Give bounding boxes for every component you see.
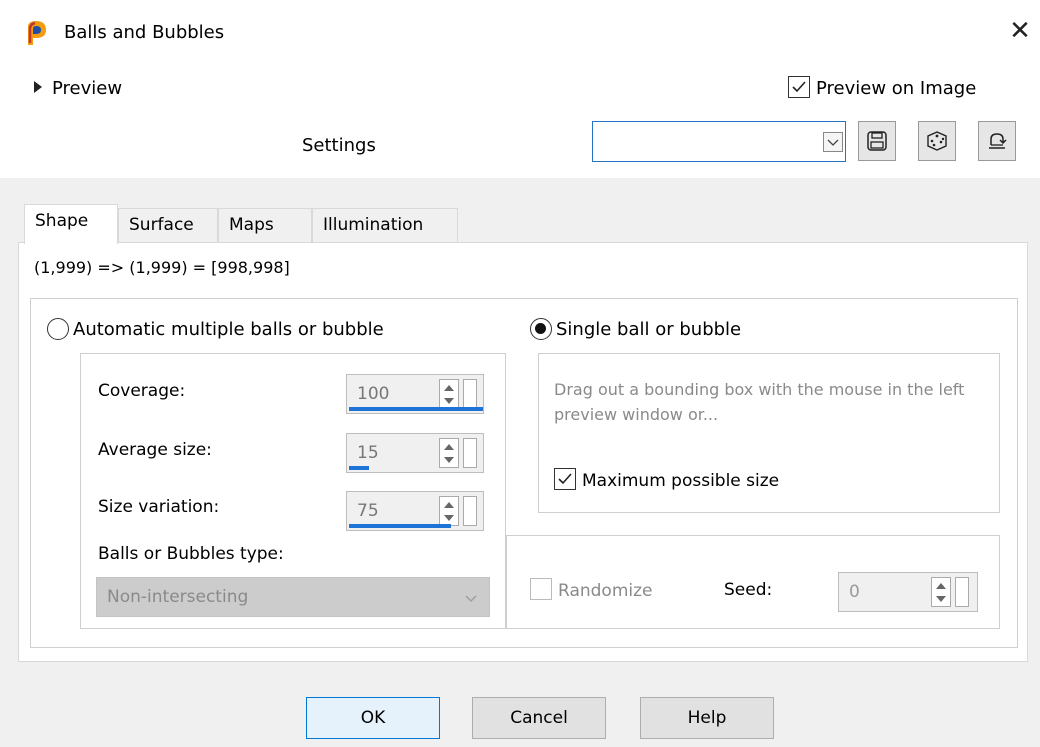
close-icon[interactable]: ✕ <box>1006 18 1034 46</box>
tab-label: Maps <box>229 215 274 235</box>
tab-label: Illumination <box>323 215 424 235</box>
tab-label: Surface <box>129 215 194 235</box>
coordinates-readout: (1,999) => (1,999) = [998,998] <box>34 258 290 277</box>
preview-on-image-checkbox[interactable]: Preview on Image <box>788 76 976 99</box>
cancel-button[interactable]: Cancel <box>472 697 606 739</box>
save-preset-button[interactable] <box>858 121 896 161</box>
coverage-spinbox[interactable]: 100 <box>346 374 484 414</box>
balls-type-label: Balls or Bubbles type: <box>98 544 284 564</box>
average-size-label: Average size: <box>98 440 212 460</box>
average-size-level-bar <box>349 466 369 470</box>
average-size-value: 15 <box>357 443 379 463</box>
bounding-box-hint: Drag out a bounding box with the mouse i… <box>554 380 965 424</box>
coverage-label: Coverage: <box>98 381 186 401</box>
average-size-spinbox[interactable]: 15 <box>346 433 484 473</box>
size-variation-level-bar <box>349 524 451 528</box>
chevron-down-icon <box>823 132 843 152</box>
help-button[interactable]: Help <box>640 697 774 739</box>
settings-label: Settings <box>302 135 376 156</box>
ok-button[interactable]: OK <box>306 697 440 739</box>
seed-spinbox[interactable]: 0 <box>838 572 978 612</box>
reset-icon <box>989 133 1007 149</box>
single-ball-radio[interactable]: Single ball or bubble <box>530 318 741 340</box>
spin-edge <box>463 379 477 409</box>
preview-on-image-label: Preview on Image <box>816 78 977 99</box>
spin-edge <box>955 577 969 607</box>
spin-arrows-icon[interactable] <box>439 379 459 409</box>
seed-label: Seed: <box>724 580 773 600</box>
tab-illumination[interactable]: Illumination <box>312 208 458 242</box>
coverage-level-bar <box>349 407 483 411</box>
spin-arrows-icon[interactable] <box>931 577 951 607</box>
size-variation-label: Size variation: <box>98 497 220 517</box>
coverage-value: 100 <box>357 384 390 404</box>
spin-edge <box>463 438 477 468</box>
spin-arrows-icon[interactable] <box>439 496 459 526</box>
reset-preset-button[interactable] <box>978 121 1016 161</box>
dice-icon <box>927 131 947 151</box>
settings-dropdown[interactable] <box>592 121 846 162</box>
app-logo-icon <box>28 21 46 45</box>
maximum-size-checkbox[interactable]: Maximum possible size <box>554 468 779 491</box>
radio-selected-icon <box>530 318 552 340</box>
tab-maps[interactable]: Maps <box>218 208 312 242</box>
preview-expander[interactable]: Preview <box>34 78 122 99</box>
spin-arrows-icon[interactable] <box>439 438 459 468</box>
automatic-balls-label: Automatic multiple balls or bubble <box>73 319 384 340</box>
radio-icon <box>47 318 69 340</box>
chevron-down-icon <box>465 595 477 602</box>
tab-surface[interactable]: Surface <box>118 208 218 242</box>
expand-triangle-icon <box>34 81 42 93</box>
balls-type-value: Non-intersecting <box>107 587 249 607</box>
tab-shape[interactable]: Shape <box>24 204 118 244</box>
size-variation-spinbox[interactable]: 75 <box>346 491 484 531</box>
window-title: Balls and Bubbles <box>64 22 225 43</box>
size-variation-value: 75 <box>357 501 379 521</box>
save-icon <box>867 131 887 151</box>
balls-type-dropdown[interactable]: Non-intersecting <box>96 577 490 617</box>
seed-value: 0 <box>849 582 860 602</box>
maximum-size-label: Maximum possible size <box>582 471 780 491</box>
randomize-preset-button[interactable] <box>918 121 956 161</box>
automatic-balls-radio[interactable]: Automatic multiple balls or bubble <box>47 318 384 340</box>
preview-label: Preview <box>52 78 123 99</box>
randomize-checkbox[interactable]: Randomize <box>530 578 653 601</box>
checkbox-checked-icon <box>554 468 576 490</box>
tab-label: Shape <box>35 211 89 231</box>
checkbox-checked-icon <box>788 76 810 98</box>
single-ball-label: Single ball or bubble <box>556 319 742 340</box>
randomize-label: Randomize <box>558 581 653 601</box>
spin-edge <box>463 496 477 526</box>
checkbox-unchecked-icon <box>530 578 552 600</box>
